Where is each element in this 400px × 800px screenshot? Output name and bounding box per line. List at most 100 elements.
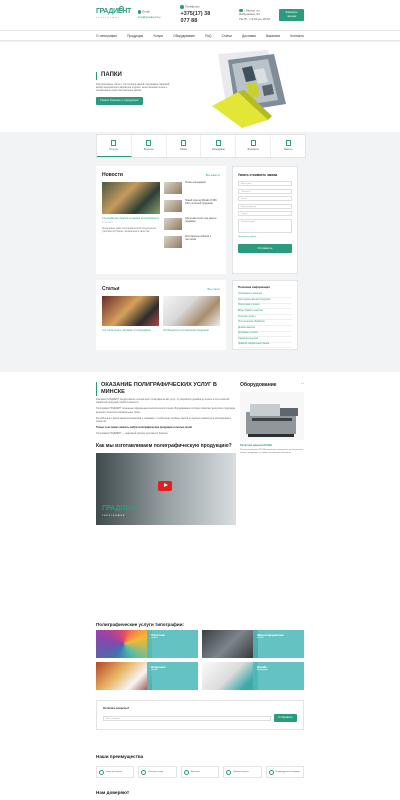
email-field[interactable]: Email: [238, 196, 292, 201]
news-thumb: [164, 236, 182, 249]
question-phone-input[interactable]: Ваш телефон: [103, 715, 272, 721]
bag-icon: [285, 140, 291, 147]
logo-sub: типография: [96, 17, 121, 19]
nav-item[interactable]: Контакты: [290, 34, 304, 38]
service-card[interactable]: Широкоформатная печать: [202, 630, 304, 658]
category-folders[interactable]: Папки: [167, 135, 202, 157]
service-card[interactable]: Офсетная печать: [96, 630, 198, 658]
article-image: [163, 296, 220, 327]
email-link[interactable]: info@gradient.by: [138, 15, 161, 20]
about-paragraph: Типография ГРАДИЕНТ — надёжный партнёр д…: [96, 433, 169, 436]
top-bar: ГРАДИЕНТ типография Email info@gradient.…: [0, 0, 400, 30]
category-calendars[interactable]: Календари: [201, 135, 237, 157]
category-booklets[interactable]: Буклеты: [132, 135, 167, 157]
arrow-left-icon[interactable]: ‹: [301, 381, 302, 385]
service-card[interactable]: Цифровая печать: [96, 662, 198, 690]
useful-info: Полезная информация Требования к макетам…: [232, 280, 298, 350]
calendar-icon: [215, 140, 221, 147]
advantages-title: Наши преимущества: [96, 754, 144, 759]
attach-file-link[interactable]: Прикрепить файл: [238, 236, 292, 239]
question-submit-button[interactable]: Отправить: [274, 714, 297, 722]
list-item[interactable]: Новый принтер Mimaki JV150-160 в печатно…: [164, 200, 220, 213]
advantage-item: Доставка: [180, 766, 220, 778]
list-item[interactable]: Офсетная печать под заказ и тиражами: [164, 218, 220, 231]
phone-number[interactable]: +375(17) 38 077 88: [180, 11, 219, 25]
articles-title: Статьи: [102, 286, 120, 292]
news-main-text: Предлагаем заказ полиграфической продукц…: [102, 227, 156, 233]
about-paragraph: Компания ГРАДИЕНТ предоставляет полный ц…: [96, 398, 230, 405]
folder-icon: [181, 140, 187, 147]
news-main-image[interactable]: [102, 182, 160, 215]
service-card[interactable]: Дизайн продукции: [202, 662, 304, 690]
news-main-caption[interactable]: Ультрабелая бумага в нашем ассортименте: [102, 217, 160, 221]
nav-item[interactable]: Статьи: [222, 34, 232, 38]
user-icon: [268, 769, 274, 775]
equipment-title: Оборудование: [240, 382, 277, 388]
trust-title: Нам доверяют: [96, 790, 130, 795]
nav-item[interactable]: Услуги: [153, 34, 163, 38]
about-paragraph: Типография ГРАДИЕНТ оснащена современным…: [96, 408, 236, 414]
article-card[interactable]: Особенности изготовления продукции: [163, 296, 220, 332]
product-field[interactable]: Вид продукции: [238, 203, 292, 209]
folder-illustration: [212, 50, 286, 128]
category-business-cards[interactable]: Визитки: [97, 135, 132, 157]
service-image: [202, 630, 259, 658]
nav-item[interactable]: Продукция: [127, 34, 143, 38]
booklet-icon: [146, 140, 152, 147]
phone-field[interactable]: Телефон: [238, 188, 292, 194]
about-bold: Только у нас можно заказать любую полигр…: [96, 427, 193, 430]
useful-link[interactable]: Правила оформления заказа: [238, 343, 292, 349]
truck-icon: [183, 769, 189, 775]
news-section: Новости Все новости Ультрабелая бумага в…: [96, 166, 226, 274]
category-bags[interactable]: Пакеты: [271, 135, 305, 157]
quality-icon: [99, 769, 104, 775]
logo-star-icon: [118, 6, 124, 11]
article-caption: Особенности изготовления продукции: [163, 329, 210, 333]
service-image: [202, 662, 259, 690]
about-title: ОКАЗАНИЕ ПОЛИГРАФИЧЕСКИХ УСЛУГ В МИНСКЕ: [96, 382, 236, 396]
advantages-list: Качество печати Быстрые сроки Доставка У…: [96, 766, 305, 778]
all-articles-link[interactable]: Все статьи: [207, 288, 220, 291]
video-title: Как мы изготавливаем полиграфическую про…: [96, 442, 232, 449]
nav-item[interactable]: Вакансии: [266, 34, 280, 38]
nav-item[interactable]: Оборудование: [173, 34, 195, 38]
nav-item[interactable]: FAQ: [205, 34, 211, 38]
play-icon[interactable]: [158, 480, 172, 491]
list-item[interactable]: Изготовление наборов с логотипом: [164, 236, 220, 249]
comment-field[interactable]: Комментарий: [238, 218, 292, 233]
main-nav: О типографии Продукция Услуги Оборудован…: [0, 30, 400, 41]
name-field[interactable]: Ваше имя: [238, 181, 292, 186]
video-player[interactable]: ГРАДИЕНТ типография: [96, 452, 236, 525]
article-card[interactable]: Что такое книга, обложка и типографика: [102, 296, 159, 332]
advantage-item: Удобная оплата: [223, 766, 262, 778]
printing-machine-image[interactable]: [240, 392, 304, 441]
category-notebooks[interactable]: Блокноты: [236, 135, 272, 157]
logo[interactable]: ГРАДИЕНТ типография: [96, 6, 131, 22]
nav-item[interactable]: О типографии: [96, 34, 117, 38]
callback-button[interactable]: Заказать звонок: [279, 9, 304, 21]
service-image: [96, 662, 153, 690]
question-title: Остались вопросы?: [103, 707, 130, 710]
useful-title: Полезная информация: [238, 285, 270, 289]
email-label: Email: [142, 10, 150, 15]
form-submit-button[interactable]: Отправить: [238, 244, 292, 253]
video-logo: ГРАДИЕНТ типография: [102, 505, 140, 517]
services-grid: Офсетная печать Широкоформатная печать Циф…: [96, 630, 304, 690]
news-main: Ультрабелая бумага в нашем ассортименте …: [102, 182, 160, 248]
hero-title: ПАПКИ: [96, 72, 174, 80]
all-news-link[interactable]: Все новости: [206, 174, 220, 177]
phone-label: Телефоны: [184, 5, 200, 10]
logo-main: ГРАДИЕНТ: [96, 8, 131, 15]
phone-icon: [180, 5, 184, 9]
quantity-field[interactable]: Тираж: [238, 211, 292, 216]
nav-item[interactable]: Доставка: [242, 34, 256, 38]
form-title: Узнать стоимость заказа: [238, 173, 278, 177]
hero-button[interactable]: Узнать больше о продукции: [96, 97, 143, 105]
equipment-section: Оборудование ‹ › Печатная машина RYOBI П…: [240, 381, 304, 455]
mail-icon: [137, 10, 142, 14]
arrow-right-icon[interactable]: ›: [303, 381, 304, 385]
list-item[interactable]: Печать календарей: [164, 182, 220, 195]
hero-text: ПАПКИ Корпоративные папки с логотипом в …: [96, 72, 174, 105]
equipment-name[interactable]: Печатная машина RYOBI: [240, 444, 304, 447]
news-thumb: [164, 200, 182, 213]
